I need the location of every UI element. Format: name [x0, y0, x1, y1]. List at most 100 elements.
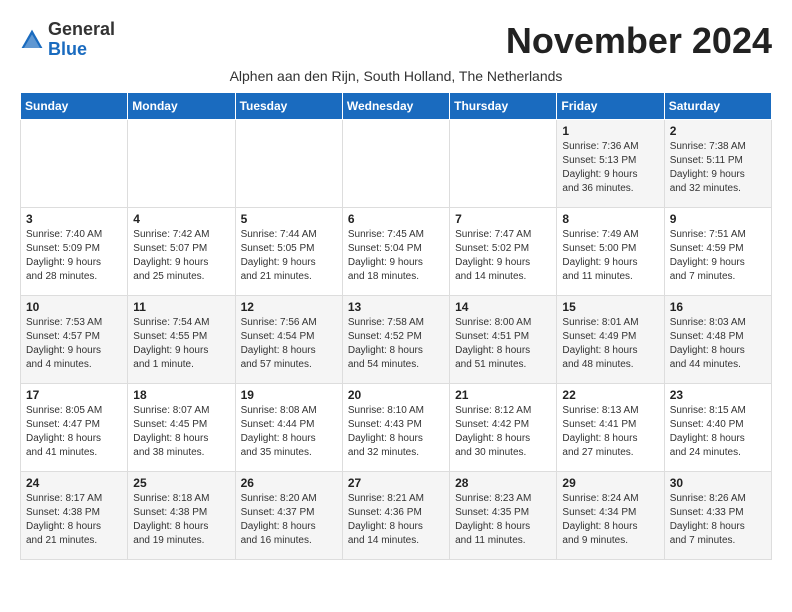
day-number: 24 [26, 476, 122, 490]
calendar-cell: 30 Sunrise: 8:26 AM Sunset: 4:33 PM Dayli… [664, 472, 771, 560]
calendar-cell: 14 Sunrise: 8:00 AM Sunset: 4:51 PM Dayli… [450, 296, 557, 384]
calendar-cell: 2 Sunrise: 7:38 AM Sunset: 5:11 PM Daylig… [664, 120, 771, 208]
calendar-cell [21, 120, 128, 208]
day-number: 30 [670, 476, 766, 490]
calendar-cell [342, 120, 449, 208]
day-info: Sunrise: 8:10 AM Sunset: 4:43 PM Dayligh… [348, 404, 444, 460]
calendar-cell: 8 Sunrise: 7:49 AM Sunset: 5:00 PM Daylig… [557, 208, 664, 296]
day-info: Sunrise: 7:54 AM Sunset: 4:55 PM Dayligh… [133, 316, 229, 372]
day-number: 13 [348, 300, 444, 314]
day-info: Sunrise: 8:21 AM Sunset: 4:36 PM Dayligh… [348, 492, 444, 548]
day-number: 9 [670, 212, 766, 226]
day-number: 4 [133, 212, 229, 226]
day-info: Sunrise: 8:00 AM Sunset: 4:51 PM Dayligh… [455, 316, 551, 372]
calendar-header: SundayMondayTuesdayWednesdayThursdayFrid… [21, 93, 772, 120]
calendar-cell: 1 Sunrise: 7:36 AM Sunset: 5:13 PM Daylig… [557, 120, 664, 208]
calendar-cell: 19Sunrise: 8:08 AM Sunset: 4:44 PM Dayli… [235, 384, 342, 472]
calendar-cell: 10 Sunrise: 7:53 AM Sunset: 4:57 PM Dayli… [21, 296, 128, 384]
calendar-cell: 12Sunrise: 7:56 AM Sunset: 4:54 PM Dayli… [235, 296, 342, 384]
weekday-header-saturday: Saturday [664, 93, 771, 120]
day-info: Sunrise: 8:07 AM Sunset: 4:45 PM Dayligh… [133, 404, 229, 460]
day-number: 2 [670, 124, 766, 138]
day-number: 21 [455, 388, 551, 402]
calendar-cell: 18Sunrise: 8:07 AM Sunset: 4:45 PM Dayli… [128, 384, 235, 472]
subtitle: Alphen aan den Rijn, South Holland, The … [20, 68, 772, 84]
day-info: Sunrise: 8:12 AM Sunset: 4:42 PM Dayligh… [455, 404, 551, 460]
calendar-table: SundayMondayTuesdayWednesdayThursdayFrid… [20, 92, 772, 560]
day-number: 8 [562, 212, 658, 226]
day-number: 11 [133, 300, 229, 314]
day-info: Sunrise: 8:26 AM Sunset: 4:33 PM Dayligh… [670, 492, 766, 548]
calendar-week-row: 1 Sunrise: 7:36 AM Sunset: 5:13 PM Daylig… [21, 120, 772, 208]
day-number: 20 [348, 388, 444, 402]
day-number: 23 [670, 388, 766, 402]
calendar-cell: 20 Sunrise: 8:10 AM Sunset: 4:43 PM Dayli… [342, 384, 449, 472]
day-number: 15 [562, 300, 658, 314]
calendar-cell [450, 120, 557, 208]
day-number: 3 [26, 212, 122, 226]
calendar-cell: 28Sunrise: 8:23 AM Sunset: 4:35 PM Dayli… [450, 472, 557, 560]
day-number: 25 [133, 476, 229, 490]
day-info: Sunrise: 8:18 AM Sunset: 4:38 PM Dayligh… [133, 492, 229, 548]
day-number: 5 [241, 212, 337, 226]
calendar-cell: 4 Sunrise: 7:42 AM Sunset: 5:07 PM Daylig… [128, 208, 235, 296]
calendar-cell: 21 Sunrise: 8:12 AM Sunset: 4:42 PM Dayli… [450, 384, 557, 472]
day-info: Sunrise: 8:23 AM Sunset: 4:35 PM Dayligh… [455, 492, 551, 548]
day-info: Sunrise: 8:20 AM Sunset: 4:37 PM Dayligh… [241, 492, 337, 548]
calendar-week-row: 24 Sunrise: 8:17 AM Sunset: 4:38 PM Dayli… [21, 472, 772, 560]
calendar-week-row: 17 Sunrise: 8:05 AM Sunset: 4:47 PM Dayli… [21, 384, 772, 472]
day-info: Sunrise: 7:47 AM Sunset: 5:02 PM Dayligh… [455, 228, 551, 284]
day-number: 7 [455, 212, 551, 226]
calendar-cell [235, 120, 342, 208]
day-info: Sunrise: 8:01 AM Sunset: 4:49 PM Dayligh… [562, 316, 658, 372]
calendar-cell: 15 Sunrise: 8:01 AM Sunset: 4:49 PM Dayli… [557, 296, 664, 384]
calendar-cell: 11 Sunrise: 7:54 AM Sunset: 4:55 PM Dayli… [128, 296, 235, 384]
day-number: 16 [670, 300, 766, 314]
day-info: Sunrise: 8:17 AM Sunset: 4:38 PM Dayligh… [26, 492, 122, 548]
weekday-header-thursday: Thursday [450, 93, 557, 120]
logo: General Blue [20, 20, 115, 60]
weekday-header-row: SundayMondayTuesdayWednesdayThursdayFrid… [21, 93, 772, 120]
calendar-cell: 27 Sunrise: 8:21 AM Sunset: 4:36 PM Dayli… [342, 472, 449, 560]
logo-icon [20, 28, 44, 52]
calendar-cell: 5Sunrise: 7:44 AM Sunset: 5:05 PM Daylig… [235, 208, 342, 296]
calendar-week-row: 10 Sunrise: 7:53 AM Sunset: 4:57 PM Dayli… [21, 296, 772, 384]
day-number: 22 [562, 388, 658, 402]
calendar-cell: 3 Sunrise: 7:40 AM Sunset: 5:09 PM Daylig… [21, 208, 128, 296]
weekday-header-friday: Friday [557, 93, 664, 120]
day-info: Sunrise: 8:13 AM Sunset: 4:41 PM Dayligh… [562, 404, 658, 460]
calendar-cell: 25 Sunrise: 8:18 AM Sunset: 4:38 PM Dayli… [128, 472, 235, 560]
day-info: Sunrise: 7:45 AM Sunset: 5:04 PM Dayligh… [348, 228, 444, 284]
header: General Blue November 2024 [20, 20, 772, 62]
calendar-body: 1 Sunrise: 7:36 AM Sunset: 5:13 PM Daylig… [21, 120, 772, 560]
calendar-cell: 6 Sunrise: 7:45 AM Sunset: 5:04 PM Daylig… [342, 208, 449, 296]
weekday-header-sunday: Sunday [21, 93, 128, 120]
weekday-header-wednesday: Wednesday [342, 93, 449, 120]
day-number: 14 [455, 300, 551, 314]
day-info: Sunrise: 8:05 AM Sunset: 4:47 PM Dayligh… [26, 404, 122, 460]
day-number: 1 [562, 124, 658, 138]
day-info: Sunrise: 7:49 AM Sunset: 5:00 PM Dayligh… [562, 228, 658, 284]
calendar-cell: 22 Sunrise: 8:13 AM Sunset: 4:41 PM Dayli… [557, 384, 664, 472]
logo-general-text: General [48, 19, 115, 39]
logo-blue-text: Blue [48, 39, 87, 59]
day-number: 27 [348, 476, 444, 490]
day-info: Sunrise: 7:38 AM Sunset: 5:11 PM Dayligh… [670, 140, 766, 196]
calendar-cell: 17 Sunrise: 8:05 AM Sunset: 4:47 PM Dayli… [21, 384, 128, 472]
day-number: 12 [241, 300, 337, 314]
calendar-cell: 9Sunrise: 7:51 AM Sunset: 4:59 PM Daylig… [664, 208, 771, 296]
day-info: Sunrise: 7:42 AM Sunset: 5:07 PM Dayligh… [133, 228, 229, 284]
day-info: Sunrise: 7:53 AM Sunset: 4:57 PM Dayligh… [26, 316, 122, 372]
day-number: 17 [26, 388, 122, 402]
calendar-cell: 13Sunrise: 7:58 AM Sunset: 4:52 PM Dayli… [342, 296, 449, 384]
day-info: Sunrise: 7:40 AM Sunset: 5:09 PM Dayligh… [26, 228, 122, 284]
day-number: 19 [241, 388, 337, 402]
day-number: 10 [26, 300, 122, 314]
day-number: 6 [348, 212, 444, 226]
calendar-cell: 7 Sunrise: 7:47 AM Sunset: 5:02 PM Daylig… [450, 208, 557, 296]
calendar-cell: 23Sunrise: 8:15 AM Sunset: 4:40 PM Dayli… [664, 384, 771, 472]
calendar-cell: 24 Sunrise: 8:17 AM Sunset: 4:38 PM Dayli… [21, 472, 128, 560]
day-info: Sunrise: 7:36 AM Sunset: 5:13 PM Dayligh… [562, 140, 658, 196]
weekday-header-tuesday: Tuesday [235, 93, 342, 120]
day-info: Sunrise: 8:03 AM Sunset: 4:48 PM Dayligh… [670, 316, 766, 372]
